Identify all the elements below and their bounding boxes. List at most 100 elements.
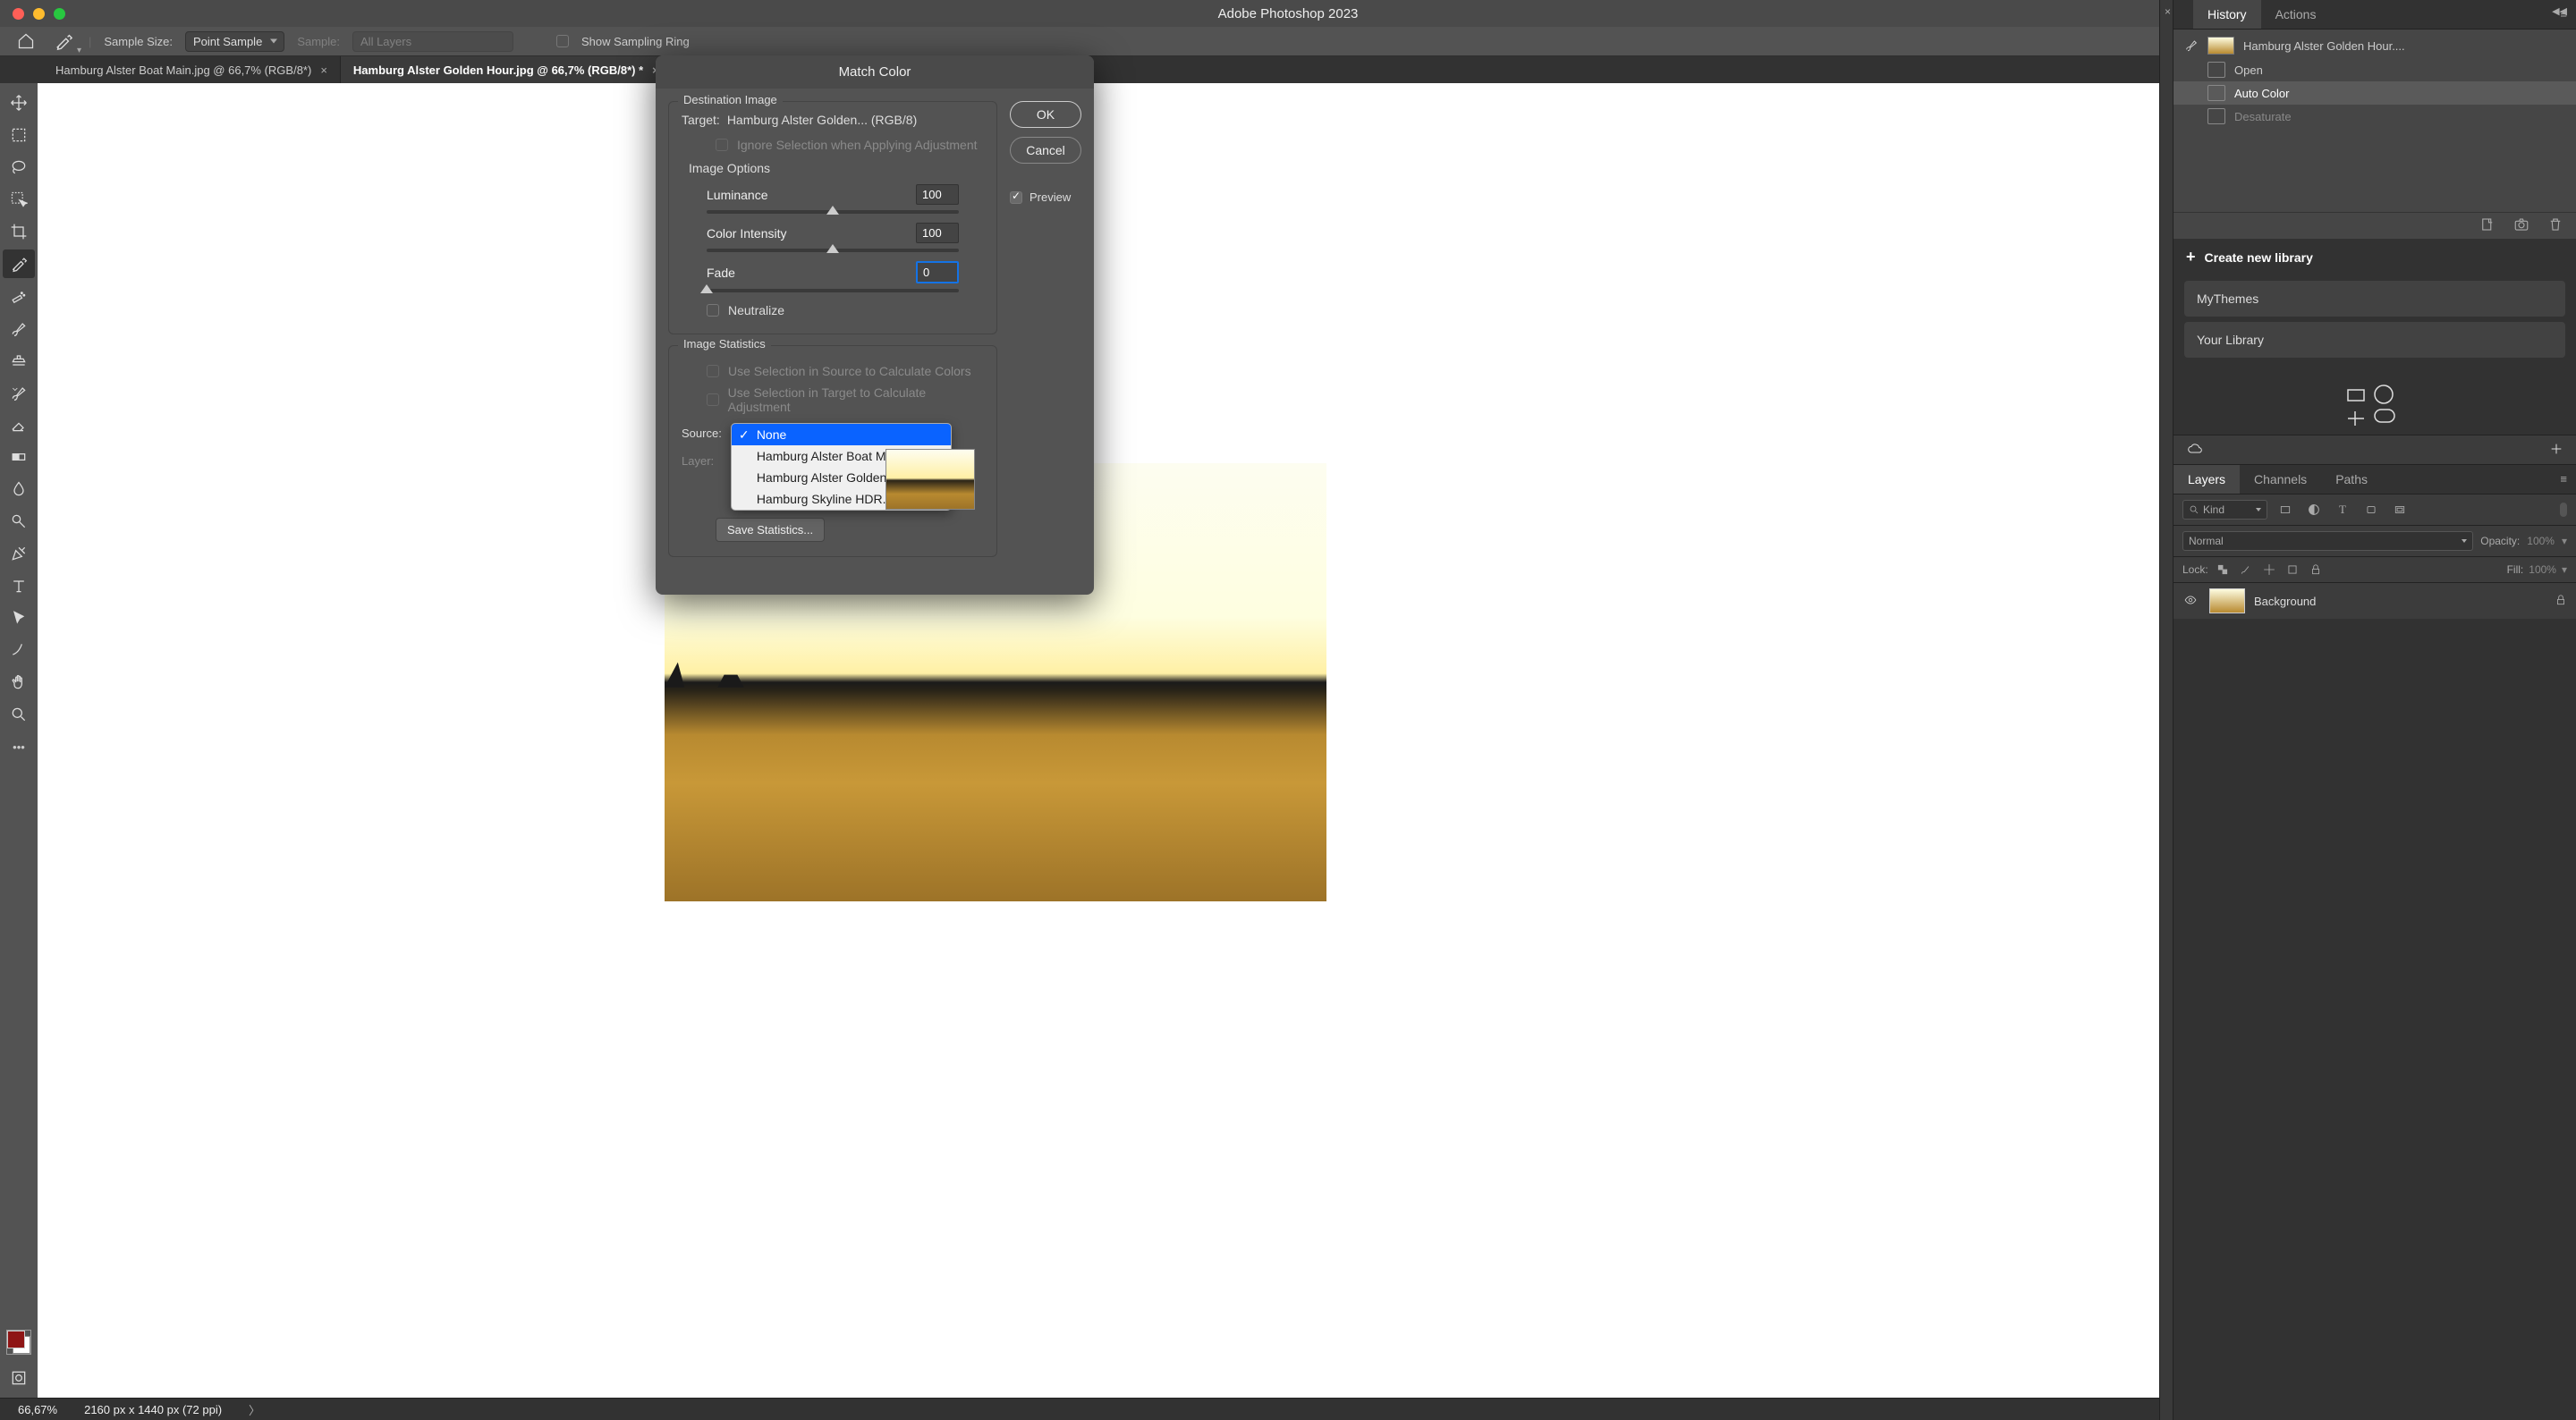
history-item[interactable]: Desaturate: [2174, 105, 2576, 128]
home-icon[interactable]: [13, 29, 38, 54]
image-options-label: Image Options: [689, 161, 984, 175]
history-brush-tool-icon[interactable]: [3, 378, 35, 407]
history-step-icon: [2207, 62, 2225, 78]
marquee-tool-icon[interactable]: [3, 121, 35, 149]
tab-history[interactable]: History: [2193, 0, 2261, 29]
quick-mask-icon[interactable]: [3, 1364, 35, 1392]
tab-channels[interactable]: Channels: [2240, 465, 2321, 494]
layer-item[interactable]: Background: [2174, 583, 2576, 619]
close-window-icon[interactable]: [13, 8, 24, 20]
dodge-tool-icon[interactable]: [3, 507, 35, 536]
lock-position-icon[interactable]: [2260, 562, 2278, 578]
destination-legend: Destination Image: [678, 93, 783, 106]
filter-shape-icon[interactable]: [2360, 501, 2382, 519]
luminance-input[interactable]: [916, 184, 959, 205]
cancel-button[interactable]: Cancel: [1010, 137, 1081, 164]
lock-artboard-icon[interactable]: [2284, 562, 2301, 578]
filter-type-icon[interactable]: T: [2332, 501, 2353, 519]
fill-value[interactable]: 100%: [2529, 563, 2556, 576]
history-item[interactable]: Auto Color: [2174, 81, 2576, 105]
trash-icon[interactable]: [2547, 216, 2563, 235]
document-tab[interactable]: Hamburg Alster Boat Main.jpg @ 66,7% (RG…: [43, 56, 341, 83]
color-swatches[interactable]: [6, 1330, 31, 1355]
intensity-slider[interactable]: [707, 249, 959, 252]
zoom-tool-icon[interactable]: [3, 700, 35, 729]
source-label: Source:: [682, 427, 722, 440]
crop-tool-icon[interactable]: [3, 217, 35, 246]
status-chevron-icon[interactable]: 〉: [249, 1401, 260, 1418]
shape-tool-icon[interactable]: [3, 636, 35, 664]
lock-pixels-icon[interactable]: [2237, 562, 2255, 578]
new-document-icon[interactable]: [2479, 216, 2496, 235]
save-statistics-button[interactable]: Save Statistics...: [716, 518, 825, 542]
visibility-icon[interactable]: [2182, 594, 2200, 609]
minimize-window-icon[interactable]: [33, 8, 45, 20]
fade-slider[interactable]: [707, 289, 959, 292]
collapse-panel-icon[interactable]: ◀◀: [2552, 5, 2567, 17]
layer-kind-filter[interactable]: Kind: [2182, 500, 2267, 520]
library-item[interactable]: Your Library: [2184, 322, 2565, 358]
tab-layers[interactable]: Layers: [2174, 465, 2240, 494]
maximize-window-icon[interactable]: [54, 8, 65, 20]
collapsed-panel-strip[interactable]: [2159, 0, 2174, 1420]
filter-pixel-icon[interactable]: [2275, 501, 2296, 519]
history-item[interactable]: Open: [2174, 58, 2576, 81]
intensity-input[interactable]: [916, 223, 959, 243]
healing-brush-tool-icon[interactable]: [3, 282, 35, 310]
eyedropper-tool-icon[interactable]: [3, 249, 35, 278]
close-panel-icon[interactable]: ×: [2165, 5, 2171, 18]
filter-adjustment-icon[interactable]: [2303, 501, 2325, 519]
lock-transparency-icon[interactable]: [2214, 562, 2232, 578]
more-tools-icon[interactable]: •••: [3, 732, 35, 761]
ignore-selection-checkbox: [716, 139, 728, 151]
close-tab-icon[interactable]: ×: [320, 63, 327, 77]
clone-stamp-tool-icon[interactable]: [3, 346, 35, 375]
eraser-tool-icon[interactable]: [3, 410, 35, 439]
dropdown-item[interactable]: None: [732, 424, 952, 445]
use-target-selection-label: Use Selection in Target to Calculate Adj…: [728, 385, 984, 414]
zoom-level[interactable]: 66,67%: [18, 1403, 57, 1416]
history-snapshot[interactable]: Hamburg Alster Golden Hour....: [2174, 33, 2576, 58]
move-tool-icon[interactable]: [3, 89, 35, 117]
history-step-label: Open: [2234, 63, 2263, 77]
panel-menu-icon[interactable]: ≡: [2551, 465, 2576, 494]
preview-checkbox[interactable]: [1010, 191, 1022, 204]
canvas[interactable]: [38, 83, 2159, 1398]
plus-icon[interactable]: [2549, 442, 2563, 459]
lasso-tool-icon[interactable]: [3, 153, 35, 182]
show-sampling-ring-checkbox[interactable]: [556, 35, 569, 47]
sample-size-select[interactable]: Point Sample: [185, 31, 284, 52]
pen-tool-icon[interactable]: [3, 539, 35, 568]
foreground-color-swatch[interactable]: [7, 1331, 25, 1348]
fade-input[interactable]: [916, 261, 959, 283]
history-step-icon: [2207, 85, 2225, 101]
tab-actions[interactable]: Actions: [2261, 0, 2331, 29]
filter-toggle[interactable]: [2560, 503, 2567, 517]
hand-tool-icon[interactable]: [3, 668, 35, 697]
luminance-slider[interactable]: [707, 210, 959, 214]
lock-all-icon[interactable]: [2307, 562, 2325, 578]
lock-icon[interactable]: [2555, 594, 2567, 609]
image-statistics-group: Image Statistics Use Selection in Source…: [668, 345, 997, 557]
blend-mode-select[interactable]: Normal: [2182, 531, 2473, 551]
fade-label: Fade: [707, 266, 735, 280]
gradient-tool-icon[interactable]: [3, 443, 35, 471]
path-select-tool-icon[interactable]: [3, 604, 35, 632]
tab-paths[interactable]: Paths: [2321, 465, 2382, 494]
type-tool-icon[interactable]: [3, 571, 35, 600]
filter-smart-icon[interactable]: [2389, 501, 2411, 519]
create-library-button[interactable]: + Create new library: [2174, 239, 2576, 275]
neutralize-checkbox[interactable]: [707, 304, 719, 317]
camera-icon[interactable]: [2513, 216, 2529, 235]
object-select-tool-icon[interactable]: [3, 185, 35, 214]
history-step-label: Desaturate: [2234, 110, 2292, 123]
ok-button[interactable]: OK: [1010, 101, 1081, 128]
opacity-value[interactable]: 100%: [2527, 535, 2555, 547]
blur-tool-icon[interactable]: [3, 475, 35, 503]
library-item[interactable]: MyThemes: [2184, 281, 2565, 317]
document-tab[interactable]: Hamburg Alster Golden Hour.jpg @ 66,7% (…: [341, 56, 673, 83]
use-source-selection-label: Use Selection in Source to Calculate Col…: [728, 364, 971, 378]
eyedropper-tool-icon[interactable]: ▾: [51, 29, 76, 54]
brush-tool-icon[interactable]: [3, 314, 35, 342]
cloud-icon[interactable]: [2186, 442, 2204, 459]
